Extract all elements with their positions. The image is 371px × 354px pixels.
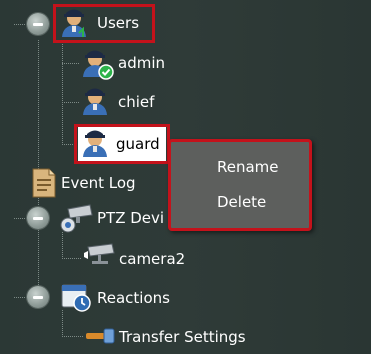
tree-node-chief[interactable]: chief	[118, 85, 154, 119]
tree-connector	[62, 310, 63, 336]
tree-connector	[62, 258, 82, 259]
user-icon	[83, 88, 107, 115]
tree-node-users[interactable]: Users	[97, 6, 139, 40]
document-icon	[32, 168, 56, 198]
tree-node-event-log[interactable]: Event Log	[61, 166, 136, 200]
users-label: Users	[97, 13, 140, 32]
guard-label: guard	[116, 134, 160, 153]
admin-label: admin	[118, 53, 165, 72]
context-menu: Rename Delete	[168, 139, 312, 231]
tree-node-transfer-settings[interactable]: Transfer Settings	[119, 320, 246, 354]
collapse-users-button[interactable]	[27, 13, 49, 35]
user-group-icon	[62, 9, 86, 37]
collapse-reactions-button[interactable]	[27, 286, 49, 308]
tree-node-ptz-devices[interactable]: PTZ Devi	[97, 201, 164, 235]
tree-connector	[62, 40, 63, 146]
camera-icon	[84, 243, 115, 264]
tree-node-admin[interactable]: admin	[118, 46, 165, 80]
tree-connector	[62, 102, 80, 103]
tree-connector	[62, 336, 84, 337]
tree-node-guard[interactable]: guard	[116, 127, 160, 161]
user-icon	[83, 130, 107, 157]
tree-connector	[62, 63, 80, 64]
transfer-settings-label: Transfer Settings	[119, 327, 246, 346]
tree-connector	[14, 297, 28, 298]
chief-label: chief	[118, 92, 155, 111]
tree-connector	[14, 218, 28, 219]
event-log-label: Event Log	[61, 173, 136, 192]
camera2-label: camera2	[119, 249, 186, 268]
collapse-ptz-button[interactable]	[27, 207, 49, 229]
tree-connector	[14, 24, 28, 25]
tree-connector	[38, 40, 39, 180]
users-tree-panel: Users admin chief guard Event Log PTZ De…	[0, 0, 371, 354]
rename-menu-item[interactable]: Rename	[171, 153, 309, 181]
ptz-devices-label: PTZ Devi	[97, 208, 165, 227]
transfer-icon	[86, 328, 115, 344]
tree-connector	[62, 144, 74, 145]
user-icon	[83, 50, 114, 80]
tree-node-reactions[interactable]: Reactions	[97, 281, 170, 315]
reactions-label: Reactions	[97, 288, 170, 307]
tree-connector	[62, 232, 63, 258]
calendar-clock-icon	[61, 284, 91, 312]
ptz-camera-icon	[60, 204, 93, 233]
delete-menu-item[interactable]: Delete	[171, 188, 309, 216]
tree-node-camera2[interactable]: camera2	[119, 242, 185, 276]
